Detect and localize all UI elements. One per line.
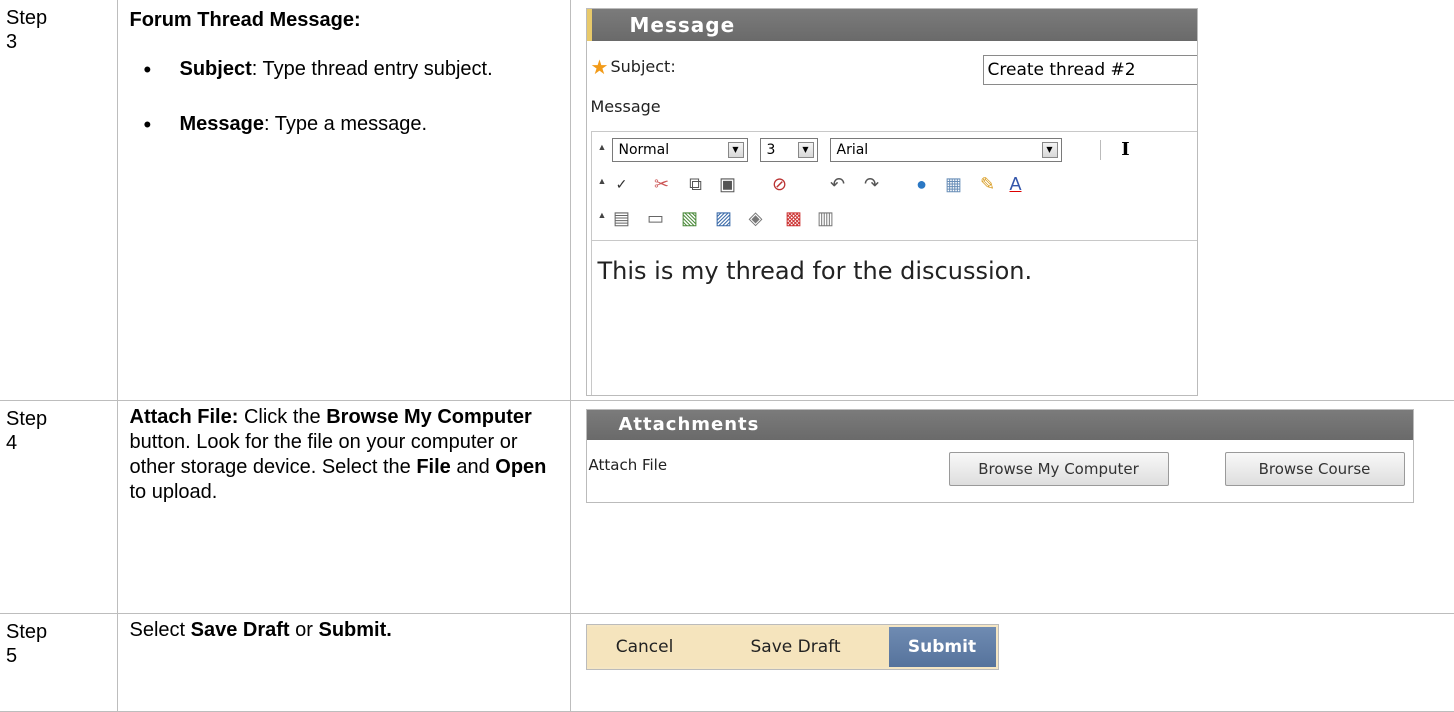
bullet-list: Subject: Type thread entry subject. Mess… [130, 57, 560, 137]
required-star-icon: ★ [590, 57, 609, 79]
insert-file-icon[interactable]: ▤ [610, 206, 634, 230]
text-run: to upload. [129, 480, 218, 503]
format-select[interactable]: Normal ▼ [611, 138, 748, 162]
table-row-step-4: Step 4 Attach File: Click the Browse My … [0, 399, 1454, 614]
collapse-arrow-icon[interactable]: ▲ [598, 210, 607, 220]
chevron-down-icon[interactable]: ▼ [727, 142, 744, 158]
step-cell: Step 3 [0, 0, 118, 401]
attachments-header: Attachments [586, 409, 1413, 440]
text-bold: Browse My Computer [326, 405, 532, 428]
bullet-bold: Message [179, 113, 265, 135]
format-select-value: Normal [618, 142, 670, 158]
list-item: Message: Type a message. [144, 112, 560, 137]
description-cell: Select Save Draft or Submit. [116, 612, 571, 712]
description-cell: Forum Thread Message: Subject: Type thre… [116, 0, 571, 401]
step-cell: Step 5 [0, 612, 118, 712]
bullet-bold: Subject [179, 58, 252, 80]
insert-document-icon[interactable]: ▩ [782, 206, 806, 230]
step-label: Step [6, 7, 48, 29]
step-number: 5 [6, 644, 18, 667]
subject-input[interactable]: Create thread #2 [982, 55, 1197, 85]
text-color-icon[interactable]: A [1004, 172, 1028, 196]
attachments-panel: Attachments Attach File Browse My Comput… [585, 408, 1414, 503]
text-run: or [289, 618, 319, 641]
cancel-button[interactable]: Cancel [586, 626, 703, 667]
subject-row: ★ Subject: Create thread #2 [587, 41, 1197, 91]
text-bold: Submit. [318, 618, 392, 641]
copy-icon[interactable]: ⧉ [684, 172, 708, 196]
table-row-step-3: Step 3 Forum Thread Message: Subject: Ty… [0, 0, 1454, 401]
insert-image-icon[interactable]: ▭ [644, 206, 668, 230]
toolbar-divider [1099, 140, 1101, 160]
insert-video-icon[interactable]: ▨ [712, 206, 736, 230]
screenshot-cell: Cancel Save Draft Submit [569, 612, 1454, 712]
editor-toolbar-row-1: ▲ Normal ▼ 3 ▼ Arial ▼ I [592, 132, 1197, 166]
text-bold: Attach File: [129, 405, 239, 428]
undo-icon[interactable]: ↶ [826, 172, 850, 196]
description-cell: Attach File: Click the Browse My Compute… [116, 399, 571, 614]
font-select[interactable]: Arial ▼ [829, 138, 1062, 162]
step-number: 4 [6, 431, 18, 454]
screenshot-cell: Message ★ Subject: Create thread #2 Mess… [569, 0, 1454, 401]
text-run: Select [129, 618, 191, 641]
list-item: Subject: Type thread entry subject. [144, 57, 560, 82]
message-panel: Message ★ Subject: Create thread #2 Mess… [585, 8, 1198, 396]
insert-flash-icon[interactable]: ◈ [744, 206, 768, 230]
text-run: and [450, 455, 496, 478]
step-number: 3 [6, 31, 18, 53]
table-row-step-5: Step 5 Select Save Draft or Submit. Canc… [0, 612, 1454, 712]
cut-icon[interactable]: ✂ [650, 172, 674, 196]
bullet-text: : Type thread entry subject. [251, 58, 493, 80]
browse-course-button[interactable]: Browse Course [1224, 451, 1405, 486]
section-title: Forum Thread Message: [129, 9, 361, 31]
save-draft-button[interactable]: Save Draft [702, 626, 889, 667]
submit-bar: Cancel Save Draft Submit [585, 623, 999, 670]
editor-toolbar-row-3: ▲ ▤ ▭ ▧ ▨ ◈ ▩ ▥ [592, 200, 1197, 234]
text-bold: Open [495, 455, 547, 478]
redo-icon[interactable]: ↷ [860, 172, 884, 196]
attach-file-label: Attach File [588, 455, 668, 474]
text-bold: Save Draft [190, 618, 290, 641]
bullet-text: : Type a message. [264, 113, 428, 135]
chevron-down-icon[interactable]: ▼ [797, 142, 814, 158]
step-cell: Step 4 [0, 399, 118, 614]
table-icon[interactable]: ▦ [942, 172, 966, 196]
editor-body[interactable]: This is my thread for the discussion. [591, 240, 1197, 395]
text-bold: File [416, 455, 451, 478]
editor-toolbar-row-2: ▲ ✓ ✂ ⧉ ▣ ⊘ ↶ ↷ ● ▦ ✎ A [592, 166, 1197, 200]
text-run: Click the [238, 405, 327, 428]
spellcheck-icon[interactable]: ✓ [610, 172, 634, 196]
text-editor: ▲ Normal ▼ 3 ▼ Arial ▼ I ▲ ✓ ✂ ⧉ ▣ ⊘ ↶ ↷… [590, 131, 1197, 395]
globe-icon[interactable]: ● [910, 172, 934, 196]
paste-icon[interactable]: ▣ [716, 172, 740, 196]
step-label: Step [6, 620, 48, 643]
message-panel-header: Message [586, 9, 1197, 41]
pencil-icon[interactable]: ✎ [976, 172, 1000, 196]
submit-button[interactable]: Submit [888, 626, 996, 667]
insert-audio-icon[interactable]: ▧ [678, 206, 702, 230]
size-select[interactable]: 3 ▼ [759, 138, 818, 162]
collapse-arrow-icon[interactable]: ▲ [598, 176, 607, 186]
remove-link-icon[interactable]: ⊘ [768, 172, 792, 196]
screenshot-cell: Attachments Attach File Browse My Comput… [569, 399, 1454, 614]
collapse-arrow-icon[interactable]: ▲ [598, 142, 607, 152]
font-select-value: Arial [836, 142, 869, 158]
message-label: Message [590, 97, 661, 116]
browse-my-computer-button[interactable]: Browse My Computer [948, 451, 1169, 486]
chevron-down-icon[interactable]: ▼ [1041, 142, 1058, 158]
size-select-value: 3 [766, 142, 776, 158]
insert-mashup-icon[interactable]: ▥ [814, 206, 838, 230]
subject-label: Subject: [610, 57, 676, 76]
instruction-table: Step 3 Forum Thread Message: Subject: Ty… [0, 0, 1454, 712]
step-label: Step [6, 407, 48, 430]
bold-icon[interactable]: I [1114, 138, 1138, 162]
